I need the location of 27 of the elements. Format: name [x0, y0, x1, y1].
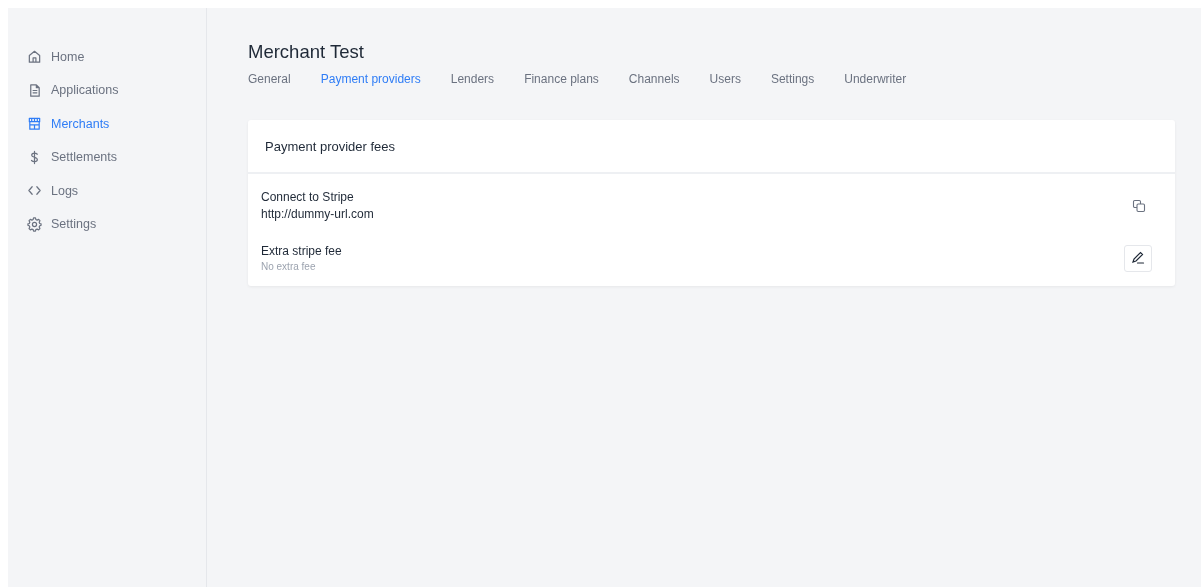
tab[interactable]: Lenders — [450, 72, 495, 86]
tab[interactable]: Channels — [628, 72, 680, 86]
tab[interactable]: Settings — [770, 72, 815, 86]
tab[interactable]: Underwriter — [844, 72, 907, 86]
document-icon — [27, 82, 42, 98]
sidebar-item[interactable]: Settlements — [8, 140, 206, 174]
page-title: Merchant Test — [248, 41, 365, 63]
edit-button[interactable] — [1124, 244, 1152, 272]
tab[interactable]: General — [248, 72, 291, 86]
tab[interactable]: Payment providers — [320, 72, 421, 86]
field-label: Extra stripe fee — [261, 243, 342, 260]
field-label: Connect to Stripe — [261, 189, 355, 206]
copy-icon[interactable] — [1132, 199, 1146, 213]
settings-icon — [27, 216, 42, 232]
sidebar-item[interactable]: Logs — [8, 174, 206, 208]
pencil-icon — [1131, 251, 1145, 265]
tab[interactable]: Finance plans — [524, 72, 599, 86]
sidebar-item[interactable]: Home — [8, 40, 206, 74]
url-text: http://dummy-url.com — [261, 206, 374, 223]
sidebar-item[interactable]: Applications — [8, 73, 206, 107]
card-title: Payment provider fees — [265, 138, 396, 154]
sidebar-item[interactable]: Merchants — [8, 107, 206, 141]
sidebar-item[interactable]: Settings — [8, 207, 206, 241]
home-icon — [27, 49, 42, 65]
store-icon — [27, 116, 42, 132]
tab[interactable]: Users — [709, 72, 741, 86]
field-hint: No extra fee — [261, 260, 317, 273]
